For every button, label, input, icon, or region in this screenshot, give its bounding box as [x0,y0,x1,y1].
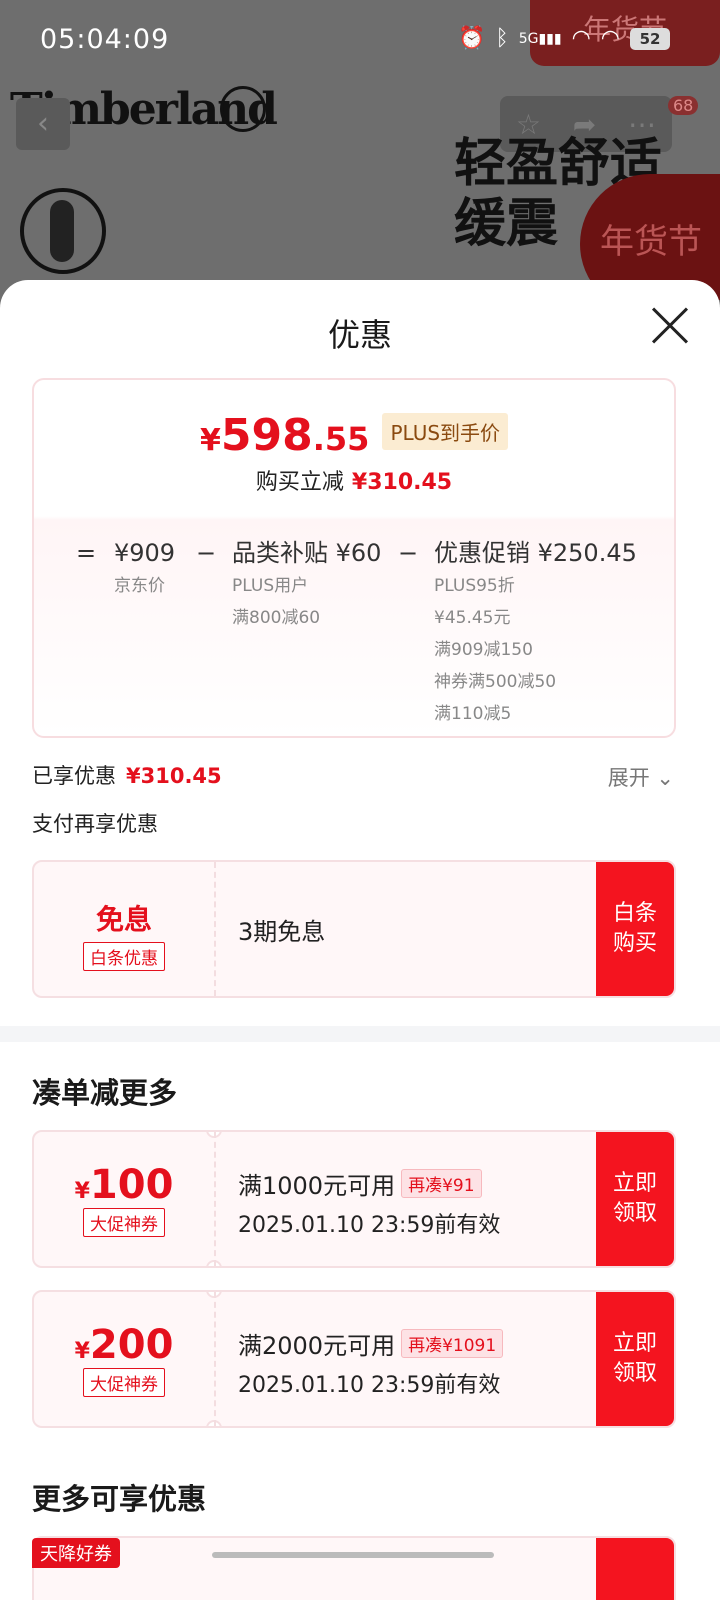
expand-toggle[interactable]: 展开 ⌄ [608,762,674,792]
product-page-background: 年货节 05:04:09 ⏰ ᛒ 5G▮▮▮ ◠ ◠ 52 Timberland… [0,0,720,300]
status-time: 05:04:09 [40,24,170,55]
coupon-info: 满1000元可用 再凑¥91 2025.01.10 23:59前有效 [238,1166,500,1239]
alarm-icon: ⏰ [458,26,486,51]
minus-sign-2: − [398,539,419,567]
purchase-reduction: 购买立减 ¥310.45 [255,470,453,495]
plus-price-tag: PLUS到手价 [382,413,509,450]
wifi-icon-2: ◠ [600,26,620,51]
coupon-card: ¥100 大促神券 满1000元可用 再凑¥91 2025.01.10 23:59… [32,1130,676,1268]
tianjiang-tag: 天降好券 [32,1538,120,1568]
close-icon[interactable] [650,306,690,346]
back-button[interactable]: ‹ [16,98,70,150]
enjoyed-discount: 已享优惠 ¥310.45 [32,764,222,788]
minus-sign-1: − [196,539,217,567]
subsidy-col: 品类补贴 ¥60 PLUS用户 满800减60 [232,539,382,628]
divider [214,862,216,996]
section-gap [0,1026,720,1042]
home-indicator[interactable] [212,1552,494,1558]
claim-coupon-button[interactable] [596,1538,674,1600]
status-bar: 05:04:09 ⏰ ᛒ 5G▮▮▮ ◠ ◠ 52 [0,0,720,80]
coupon-info: 满2000元可用 再凑¥1091 2025.01.10 23:59前有效 [238,1326,504,1399]
pay-more-label: 支付再享优惠 [32,812,158,836]
coupon-card-peek [32,1536,676,1600]
wifi-icon: ◠ [571,26,591,51]
chevron-down-icon: ⌄ [656,766,674,790]
message-badge: 68 [668,96,699,115]
section-more-off-title: 凑单减更多 [32,1076,178,1110]
baitiao-buy-button[interactable]: 白条 购买 [596,862,674,996]
promo-col: 优惠促销 ¥250.45 PLUS95折 ¥45.45元 满909减150 神券… [434,539,637,724]
battery-icon: 52 [630,27,670,50]
claim-coupon-button[interactable]: 立即 领取 [596,1132,674,1266]
baitiao-card: 免息 白条优惠 3期免息 白条 购买 [32,860,676,998]
bluetooth-icon: ᛒ [495,26,509,51]
shoe-sole-icon [50,200,74,262]
equals-sign: = [76,539,97,567]
price-card: ¥598.55 PLUS到手价 购买立减 ¥310.45 = ¥909 京东价 −… [32,378,676,738]
signal-icon: 5G▮▮▮ [518,30,562,47]
divider [214,1292,216,1426]
section-more-enjoy-title: 更多可享优惠 [32,1482,207,1516]
sheet-title: 优惠 [327,316,392,354]
divider [214,1132,216,1266]
coupon-card: ¥200 大促神券 满2000元可用 再凑¥1091 2025.01.10 23:… [32,1290,676,1428]
baitiao-desc: 3期免息 [238,918,326,946]
status-icons: ⏰ ᛒ 5G▮▮▮ ◠ ◠ 52 [458,26,670,51]
coupon-left: ¥200 大促神券 [74,1322,174,1397]
jd-price-col: ¥909 京东价 [114,539,176,596]
claim-coupon-button[interactable]: 立即 领取 [596,1292,674,1426]
coupon-left: ¥100 大促神券 [74,1162,174,1237]
discount-sheet: 优惠 ¥598.55 PLUS到手价 购买立减 ¥310.45 = ¥909 京东… [0,280,720,1600]
baitiao-left: 免息 白条优惠 [34,862,214,996]
tree-logo-icon [220,86,266,132]
final-price: ¥598.55 PLUS到手价 [34,410,674,461]
